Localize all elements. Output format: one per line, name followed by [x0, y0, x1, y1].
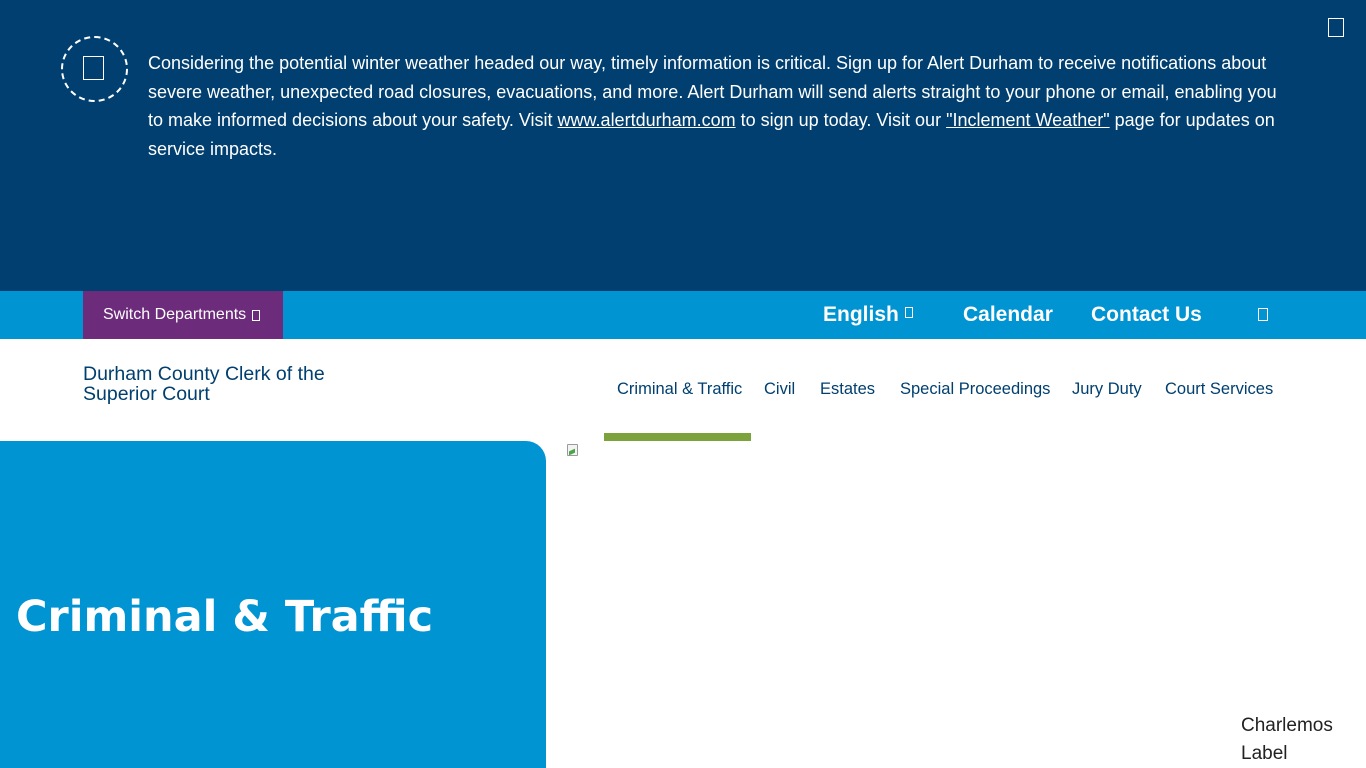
nav-court-services[interactable]: Court Services [1165, 380, 1273, 399]
alert-icon [61, 36, 128, 102]
nav-special-proceedings[interactable]: Special Proceedings [900, 380, 1050, 399]
switch-departments-label: Switch Departments [103, 306, 247, 323]
logo-alt-text: Durham County Clerk of the Superior Cour… [83, 363, 325, 405]
nav-civil[interactable]: Civil [764, 380, 795, 399]
alert-text-2: to sign up today. Visit our [735, 110, 947, 130]
contact-us-label: Contact Us [1091, 303, 1202, 326]
charlemos-alt-text: Charlemos Label [1241, 715, 1333, 764]
contact-us-link[interactable]: Contact Us [1091, 291, 1202, 339]
alert-message: Considering the potential winter weather… [148, 49, 1288, 163]
alert-banner: Considering the potential winter weather… [0, 0, 1366, 291]
chevron-down-icon [252, 309, 261, 321]
language-chevron-icon [904, 306, 913, 318]
language-label: English [823, 303, 899, 326]
calendar-label: Calendar [963, 303, 1053, 326]
site-logo[interactable]: Durham County Clerk of the Superior Cour… [83, 364, 333, 404]
nav-criminal-traffic[interactable]: Criminal & Traffic [617, 380, 742, 399]
broken-image-icon [566, 442, 582, 458]
nav-active-indicator [604, 433, 751, 441]
search-icon[interactable] [1258, 308, 1268, 321]
page-title: Criminal & Traffic [16, 592, 434, 642]
switch-departments-button[interactable]: Switch Departments [83, 291, 283, 339]
calendar-link[interactable]: Calendar [963, 291, 1053, 339]
nav-jury-duty[interactable]: Jury Duty [1072, 380, 1142, 399]
inclement-weather-link[interactable]: "Inclement Weather" [946, 110, 1110, 130]
alert-durham-link[interactable]: www.alertdurham.com [558, 110, 736, 130]
close-icon[interactable] [1328, 18, 1344, 37]
language-selector[interactable]: English [823, 291, 913, 339]
nav-estates[interactable]: Estates [820, 380, 875, 399]
alert-glyph-icon [83, 56, 104, 80]
charlemos-widget[interactable]: Charlemos Label [1241, 712, 1366, 768]
utility-bar: Switch Departments English Calendar Cont… [0, 291, 1366, 339]
